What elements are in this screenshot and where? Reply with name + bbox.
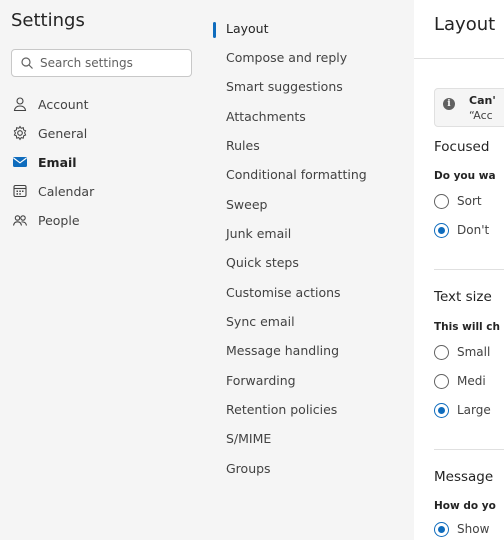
person-icon [13, 97, 27, 112]
text-size-heading: Text size [434, 289, 492, 305]
focused-inbox-heading: Focused [434, 139, 490, 155]
submenu-item-message-handling[interactable]: Message handling [226, 342, 339, 360]
option-label: Show [457, 522, 490, 536]
settings-nav: Settings Search settings Account General… [0, 0, 204, 540]
search-settings-input[interactable]: Search settings [11, 49, 192, 77]
panel-title: Layout [434, 14, 496, 35]
calendar-icon [13, 184, 27, 198]
message-heading: Message [434, 469, 494, 485]
info-message-bar: i Can' “Acc [434, 88, 504, 127]
mail-icon [13, 157, 27, 167]
nav-item-general[interactable]: General [12, 123, 87, 143]
focused-inbox-question: Do you wa [434, 170, 496, 182]
submenu-item-attachments[interactable]: Attachments [226, 108, 306, 126]
nav-item-account[interactable]: Account [12, 94, 88, 114]
settings-title: Settings [11, 10, 85, 31]
message-option-show[interactable]: Show [434, 520, 489, 538]
submenu-item-customise-actions[interactable]: Customise actions [226, 284, 341, 302]
nav-item-label: People [38, 212, 80, 228]
submenu-item-layout[interactable]: Layout [226, 20, 269, 38]
email-settings-submenu: Layout Compose and reply Smart suggestio… [204, 0, 414, 540]
radio-button-selected[interactable] [434, 222, 449, 238]
nav-item-label: General [38, 125, 88, 141]
radio-button-selected[interactable] [434, 402, 449, 418]
submenu-item-conditional-formatting[interactable]: Conditional formatting [226, 166, 367, 184]
nav-item-calendar[interactable]: Calendar [12, 181, 94, 201]
radio-button-selected[interactable] [434, 521, 449, 537]
option-label: Large [457, 403, 491, 417]
option-label: Medi [457, 374, 486, 388]
gear-icon [13, 125, 27, 141]
submenu-item-groups[interactable]: Groups [226, 460, 271, 478]
submenu-item-rules[interactable]: Rules [226, 137, 260, 155]
submenu-item-sync-email[interactable]: Sync email [226, 313, 295, 331]
radio-button[interactable] [434, 193, 449, 209]
nav-item-email[interactable]: Email [12, 152, 77, 172]
nav-item-people[interactable]: People [12, 210, 80, 230]
submenu-item-quick-steps[interactable]: Quick steps [226, 254, 299, 272]
submenu-item-junk-email[interactable]: Junk email [226, 225, 291, 243]
search-icon [21, 57, 33, 69]
text-size-option-small[interactable]: Small [434, 343, 490, 361]
submenu-item-smart-suggestions[interactable]: Smart suggestions [226, 78, 343, 96]
info-message-title: Can' [469, 94, 496, 107]
option-label: Sort [457, 194, 482, 208]
submenu-item-smime[interactable]: S/MIME [226, 430, 271, 448]
submenu-item-compose-and-reply[interactable]: Compose and reply [226, 49, 347, 67]
message-question: How do yo [434, 500, 496, 512]
nav-item-label: Calendar [38, 183, 95, 199]
info-message-text: “Acc [469, 109, 493, 122]
active-indicator [213, 22, 216, 38]
header-divider [414, 58, 504, 59]
section-divider [434, 449, 504, 450]
text-size-option-medium[interactable]: Medi [434, 372, 486, 390]
info-icon: i [443, 98, 455, 110]
submenu-item-sweep[interactable]: Sweep [226, 196, 267, 214]
focused-option-sort[interactable]: Sort [434, 192, 482, 210]
section-divider [434, 269, 504, 270]
submenu-item-retention-policies[interactable]: Retention policies [226, 401, 337, 419]
layout-settings-panel: Layout i Can' “Acc Focused Do you wa Sor… [414, 0, 504, 540]
radio-button[interactable] [434, 344, 449, 360]
focused-option-dont[interactable]: Don't [434, 221, 489, 239]
nav-item-label: Email [38, 154, 77, 170]
option-label: Don't [457, 223, 490, 237]
search-placeholder: Search settings [40, 56, 133, 70]
text-size-option-large[interactable]: Large [434, 401, 491, 419]
nav-item-label: Account [38, 96, 89, 112]
text-size-question: This will ch [434, 321, 500, 333]
people-icon [12, 215, 28, 226]
radio-button[interactable] [434, 373, 449, 389]
option-label: Small [457, 345, 491, 359]
submenu-item-forwarding[interactable]: Forwarding [226, 372, 296, 390]
